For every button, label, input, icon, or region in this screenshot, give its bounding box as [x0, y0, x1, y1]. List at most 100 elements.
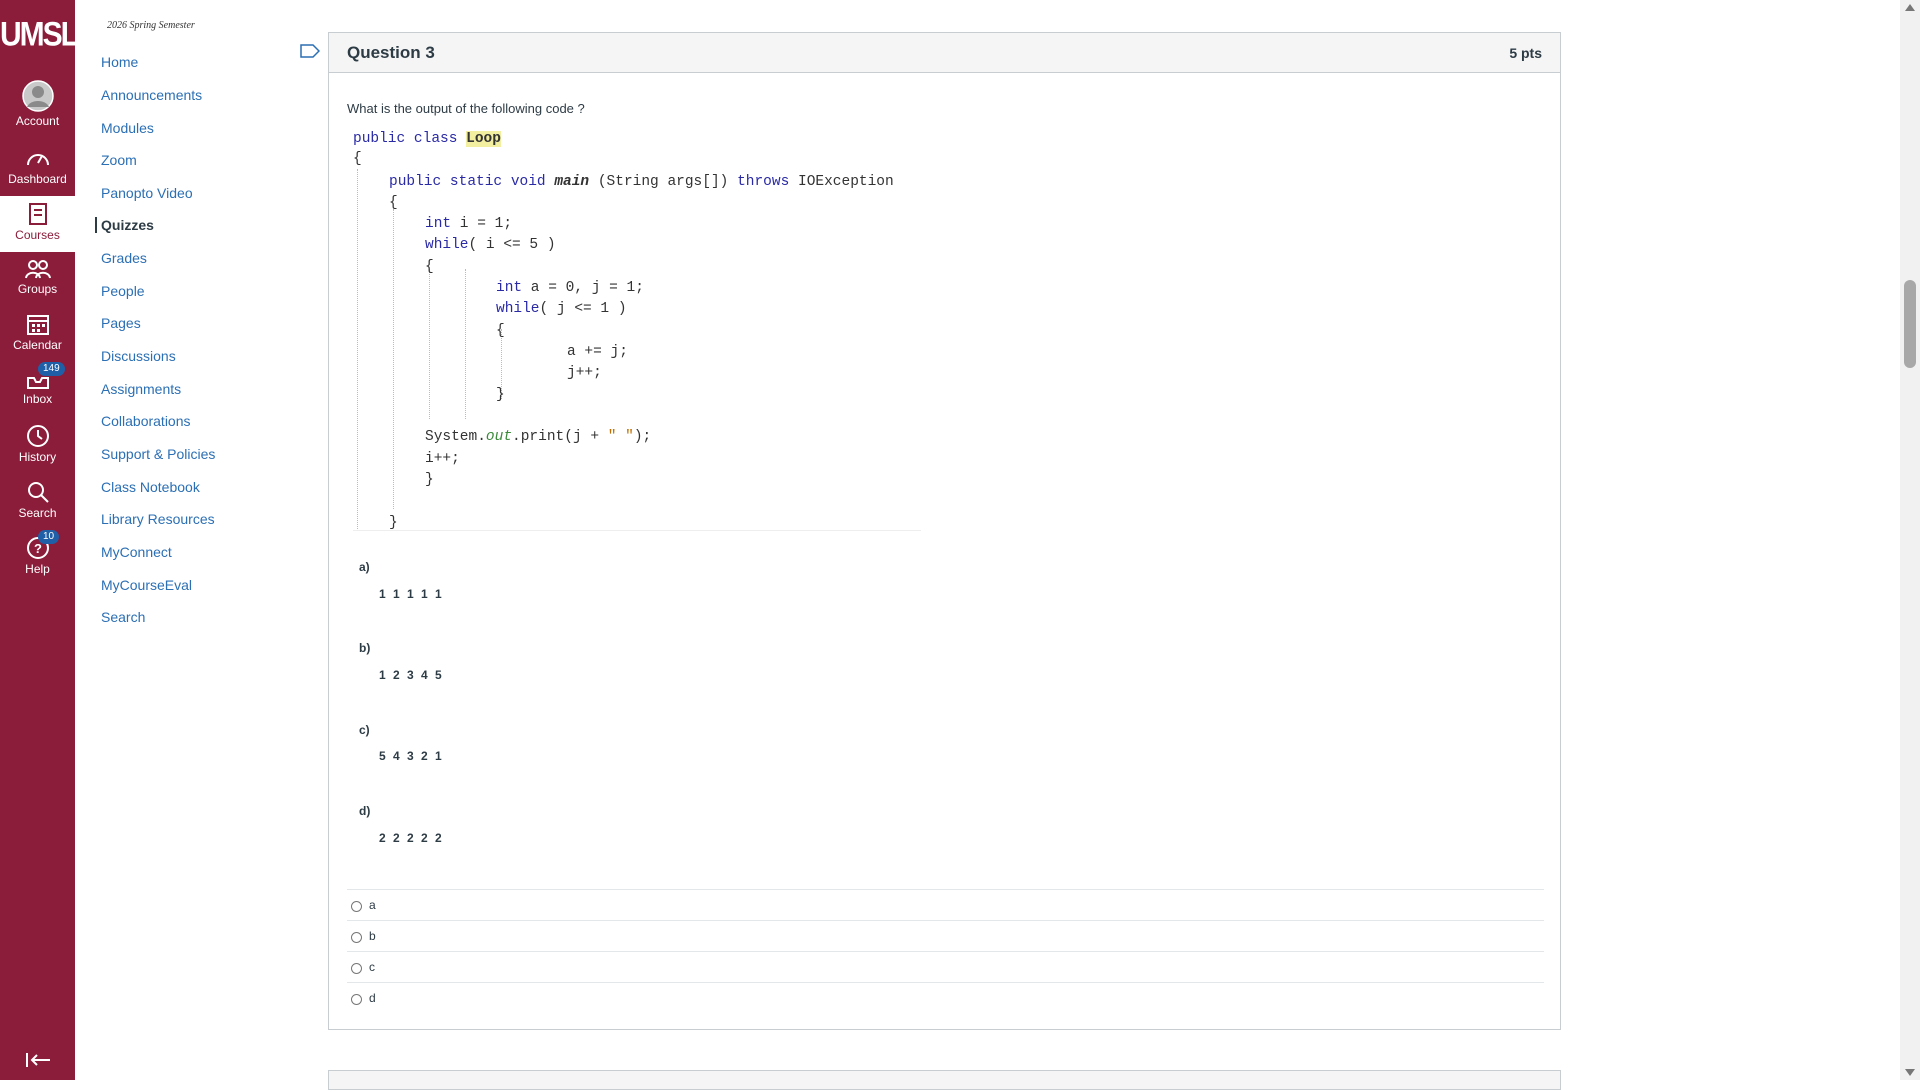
choice-d[interactable]: d: [347, 982, 1544, 1013]
code-line: {: [496, 323, 505, 339]
flag-question-icon[interactable]: [300, 43, 320, 59]
history-icon: [26, 425, 49, 447]
choice-label: d: [369, 991, 376, 1005]
choice-label: a: [369, 898, 376, 912]
code-keyword: while: [425, 237, 469, 253]
code-line: while( j <= 1 ): [496, 299, 627, 319]
global-nav-label: Calendar: [13, 338, 62, 352]
code-text: );: [633, 429, 652, 445]
choice-a[interactable]: a: [347, 889, 1544, 920]
course-nav: 2026 Spring Semester Home Announcements …: [75, 0, 295, 1080]
code-line: int i = 1;: [425, 214, 512, 234]
code-text: ( j <= 1 ): [539, 301, 627, 317]
global-nav-search[interactable]: Search: [0, 480, 75, 535]
radio-button[interactable]: [351, 901, 362, 912]
global-nav-label: Search: [18, 506, 57, 520]
indent-guide: [429, 269, 430, 419]
answer-value: 1 2 3 4 5: [379, 668, 444, 682]
code-keyword: public static void: [389, 174, 555, 190]
question-header: Question 3 5 pts: [329, 33, 1560, 73]
course-nav-collaborations[interactable]: Collaborations: [101, 413, 191, 429]
code-keyword: int: [425, 216, 452, 232]
question-points: 5 pts: [1509, 45, 1542, 61]
course-nav-home[interactable]: Home: [101, 54, 138, 70]
global-nav-groups[interactable]: Groups: [0, 258, 75, 313]
global-nav-inbox[interactable]: 149 Inbox: [0, 362, 75, 423]
course-nav-mycourseeval[interactable]: MyCourseEval: [101, 577, 192, 593]
answer-letter: a): [359, 560, 370, 574]
code-line: {: [353, 151, 362, 167]
choice-b[interactable]: b: [347, 920, 1544, 951]
code-line: i++;: [425, 451, 460, 467]
answer-value: 2 2 2 2 2: [379, 831, 444, 845]
scroll-up-arrow-icon[interactable]: [1905, 4, 1915, 11]
code-text: .print(j +: [512, 429, 608, 445]
course-nav-myconnect[interactable]: MyConnect: [101, 544, 172, 560]
code-line: }: [496, 387, 505, 403]
search-icon: [27, 482, 49, 503]
global-nav-calendar[interactable]: Calendar: [0, 312, 75, 367]
code-text: System.: [425, 429, 486, 445]
inbox-badge: 149: [38, 362, 65, 376]
code-line: {: [425, 259, 434, 275]
code-line: {: [389, 195, 398, 211]
course-nav-quizzes[interactable]: Quizzes: [95, 217, 154, 233]
scrollbar-thumb[interactable]: [1904, 280, 1916, 368]
code-method: main: [554, 174, 590, 190]
global-nav-account[interactable]: Account: [0, 80, 75, 135]
code-keyword: public class: [353, 131, 467, 147]
question-card: Question 3 5 pts What is the output of t…: [328, 32, 1561, 1030]
collapse-nav-icon[interactable]: [24, 1050, 52, 1070]
courses-icon: [28, 203, 47, 225]
global-nav-help[interactable]: ? 10 Help: [0, 530, 75, 591]
course-nav-library-resources[interactable]: Library Resources: [101, 511, 215, 527]
course-nav-assignments[interactable]: Assignments: [101, 381, 181, 397]
code-text: i = 1;: [451, 216, 513, 232]
code-line: }: [425, 472, 434, 488]
code-keyword: throws: [737, 174, 790, 190]
code-line: System.out.print(j + " ");: [425, 427, 651, 447]
course-nav-modules[interactable]: Modules: [101, 120, 154, 136]
course-nav-support-policies[interactable]: Support & Policies: [101, 446, 215, 462]
radio-button[interactable]: [351, 932, 362, 943]
umsl-logo[interactable]: UMSL: [0, 15, 79, 54]
page-scrollbar[interactable]: [1900, 0, 1920, 1080]
code-keyword: while: [496, 301, 540, 317]
code-field: out: [485, 429, 513, 445]
code-string: " ": [607, 429, 634, 445]
course-nav-people[interactable]: People: [101, 283, 145, 299]
answer-value: 5 4 3 2 1: [379, 749, 444, 763]
code-text: (String args[]): [589, 174, 738, 190]
course-nav-panopto-video[interactable]: Panopto Video: [101, 185, 193, 201]
radio-button[interactable]: [351, 963, 362, 974]
course-nav-discussions[interactable]: Discussions: [101, 348, 176, 364]
answer-letter: d): [359, 804, 371, 818]
global-nav-label: Account: [15, 114, 60, 128]
code-line: public static void main (String args[]) …: [389, 172, 894, 192]
global-nav-label: Courses: [15, 228, 60, 242]
course-nav-grades[interactable]: Grades: [101, 250, 147, 266]
indent-guide: [465, 269, 466, 419]
code-block: public class Loop { public static void m…: [353, 129, 921, 531]
global-nav-courses[interactable]: Courses: [0, 196, 75, 252]
code-line: public class Loop: [353, 129, 501, 149]
global-nav-label: Inbox: [22, 392, 53, 406]
choice-c[interactable]: c: [347, 951, 1544, 982]
help-badge: 10: [38, 530, 60, 544]
course-nav-class-notebook[interactable]: Class Notebook: [101, 479, 200, 495]
indent-guide: [357, 169, 358, 529]
course-nav-pages[interactable]: Pages: [101, 315, 141, 331]
svg-text:?: ?: [34, 541, 42, 556]
indent-guide: [393, 209, 394, 509]
global-nav-dashboard[interactable]: Dashboard: [0, 148, 75, 203]
course-nav-announcements[interactable]: Announcements: [101, 87, 202, 103]
radio-button[interactable]: [351, 994, 362, 1005]
global-nav-history[interactable]: History: [0, 424, 75, 479]
code-divider: [353, 530, 921, 531]
answer-letter: b): [359, 641, 371, 655]
scroll-down-arrow-icon[interactable]: [1905, 1069, 1915, 1076]
course-nav-zoom[interactable]: Zoom: [101, 152, 137, 168]
global-nav-label: Help: [25, 562, 50, 576]
groups-icon: [24, 260, 51, 279]
course-nav-search[interactable]: Search: [101, 609, 145, 625]
